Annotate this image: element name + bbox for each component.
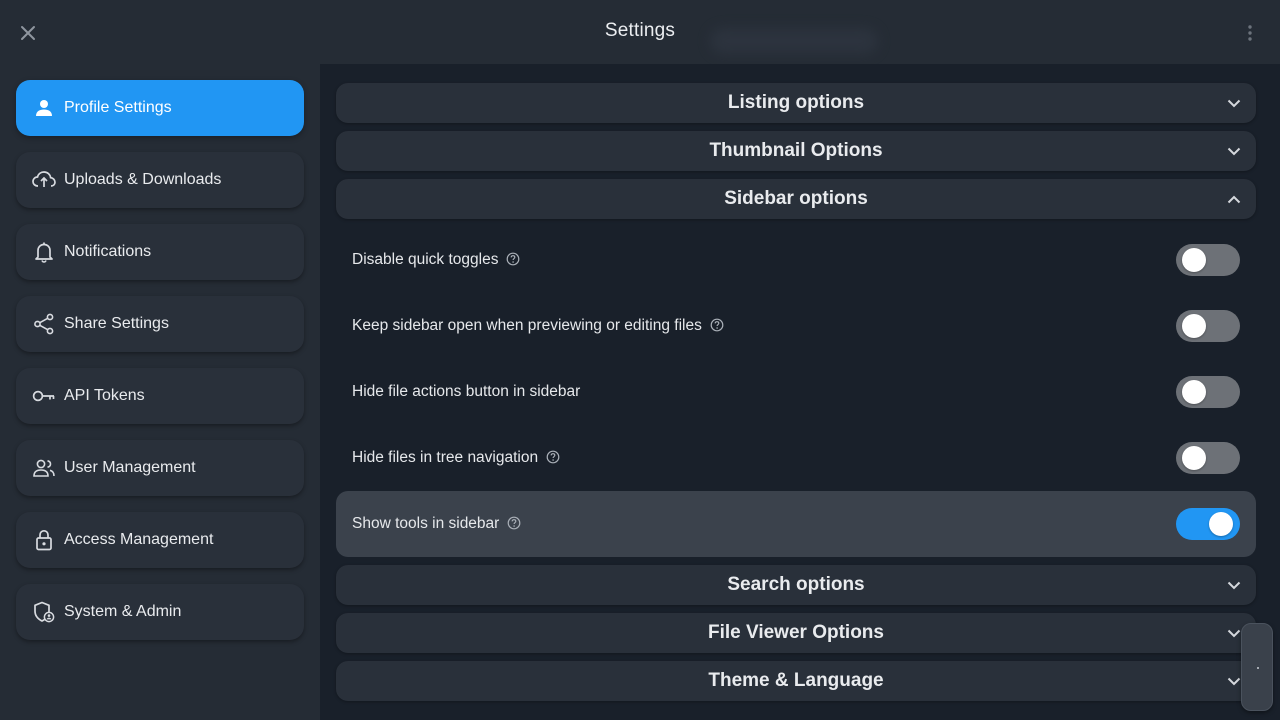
option-row-hide-files-tree: Hide files in tree navigation bbox=[336, 425, 1256, 491]
chevron-up-icon bbox=[1226, 191, 1242, 207]
toggle-show-tools[interactable] bbox=[1176, 508, 1240, 540]
toggle-knob bbox=[1182, 446, 1206, 470]
sidebar-item-label: Uploads & Downloads bbox=[64, 171, 222, 188]
blurred-header-element bbox=[710, 28, 878, 54]
settings-content: Listing options Thumbnail Options Sideba… bbox=[320, 64, 1280, 720]
more-vertical-icon[interactable] bbox=[1240, 22, 1260, 44]
option-row-show-tools: Show tools in sidebar bbox=[336, 491, 1256, 557]
sidebar-item-label: Notifications bbox=[64, 243, 152, 260]
sidebar-item-notifications[interactable]: Notifications bbox=[16, 224, 304, 280]
page-title: Settings bbox=[604, 20, 676, 41]
section-listing-options[interactable]: Listing options bbox=[336, 83, 1256, 123]
sidebar-item-uploads-downloads[interactable]: Uploads & Downloads bbox=[16, 152, 304, 208]
lock-icon bbox=[32, 528, 56, 552]
person-icon bbox=[32, 96, 56, 120]
shield-admin-icon bbox=[32, 600, 56, 624]
share-icon bbox=[32, 312, 56, 336]
sidebar-item-label: Profile Settings bbox=[64, 99, 172, 116]
chevron-down-icon bbox=[1226, 143, 1242, 159]
sidebar-item-label: Access Management bbox=[64, 531, 214, 548]
grip-dot bbox=[1257, 667, 1259, 669]
section-title: Search options bbox=[727, 574, 865, 595]
chevron-down-icon bbox=[1226, 673, 1242, 689]
toggle-knob bbox=[1182, 314, 1206, 338]
section-title: File Viewer Options bbox=[708, 622, 884, 643]
top-app-bar: Settings bbox=[0, 0, 1280, 64]
option-row-hide-file-actions: Hide file actions button in sidebar bbox=[336, 359, 1256, 425]
toggle-hide-files-tree[interactable] bbox=[1176, 442, 1240, 474]
section-title: Theme & Language bbox=[708, 670, 884, 691]
option-label: Show tools in sidebar bbox=[352, 515, 500, 532]
chevron-down-icon bbox=[1226, 577, 1242, 593]
section-title: Sidebar options bbox=[724, 188, 868, 209]
help-icon[interactable] bbox=[507, 516, 521, 530]
settings-sidebar: Profile Settings Uploads & Downloads Not… bbox=[0, 64, 320, 720]
section-title: Listing options bbox=[727, 92, 865, 113]
sidebar-item-user-management[interactable]: User Management bbox=[16, 440, 304, 496]
section-theme-language[interactable]: Theme & Language bbox=[336, 661, 1256, 701]
option-label: Hide files in tree navigation bbox=[352, 449, 539, 466]
bell-icon bbox=[32, 240, 56, 264]
sidebar-item-profile-settings[interactable]: Profile Settings bbox=[16, 80, 304, 136]
toggle-disable-quick-toggles[interactable] bbox=[1176, 244, 1240, 276]
sidebar-item-share-settings[interactable]: Share Settings bbox=[16, 296, 304, 352]
chevron-down-icon bbox=[1226, 95, 1242, 111]
section-file-viewer-options[interactable]: File Viewer Options bbox=[336, 613, 1256, 653]
chevron-down-icon bbox=[1226, 625, 1242, 641]
cloud-sync-icon bbox=[32, 168, 56, 192]
toggle-keep-sidebar-open[interactable] bbox=[1176, 310, 1240, 342]
key-icon bbox=[32, 384, 56, 408]
users-icon bbox=[32, 456, 56, 480]
help-icon[interactable] bbox=[546, 450, 560, 464]
sidebar-item-label: Share Settings bbox=[64, 315, 169, 332]
sidebar-item-label: API Tokens bbox=[64, 387, 145, 404]
scroll-handle[interactable] bbox=[1241, 623, 1273, 711]
section-thumbnail-options[interactable]: Thumbnail Options bbox=[336, 131, 1256, 171]
section-title: Thumbnail Options bbox=[709, 140, 883, 161]
help-icon[interactable] bbox=[506, 252, 520, 266]
option-row-disable-quick-toggles: Disable quick toggles bbox=[336, 227, 1256, 293]
help-icon[interactable] bbox=[710, 318, 724, 332]
option-label: Disable quick toggles bbox=[352, 251, 499, 268]
option-label: Keep sidebar open when previewing or edi… bbox=[352, 317, 702, 334]
sidebar-item-access-management[interactable]: Access Management bbox=[16, 512, 304, 568]
toggle-knob bbox=[1182, 380, 1206, 404]
option-row-keep-sidebar-open: Keep sidebar open when previewing or edi… bbox=[336, 293, 1256, 359]
sidebar-item-label: User Management bbox=[64, 459, 196, 476]
toggle-knob bbox=[1182, 248, 1206, 272]
sidebar-item-api-tokens[interactable]: API Tokens bbox=[16, 368, 304, 424]
section-sidebar-options[interactable]: Sidebar options bbox=[336, 179, 1256, 219]
sidebar-item-system-admin[interactable]: System & Admin bbox=[16, 584, 304, 640]
sidebar-item-label: System & Admin bbox=[64, 603, 182, 620]
toggle-knob bbox=[1209, 512, 1233, 536]
toggle-hide-file-actions[interactable] bbox=[1176, 376, 1240, 408]
option-label: Hide file actions button in sidebar bbox=[352, 383, 581, 400]
section-search-options[interactable]: Search options bbox=[336, 565, 1256, 605]
